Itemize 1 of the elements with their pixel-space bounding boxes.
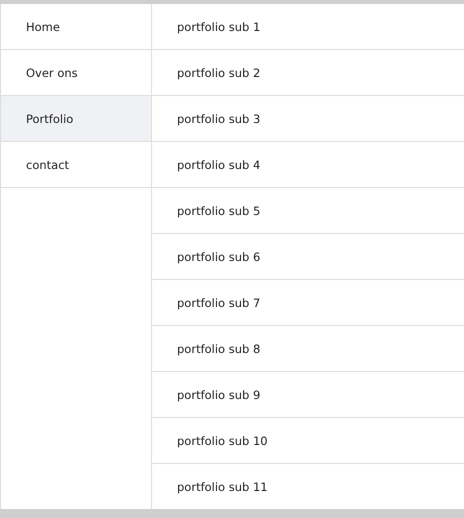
menu-item[interactable]: Portfolio: [1, 96, 151, 142]
